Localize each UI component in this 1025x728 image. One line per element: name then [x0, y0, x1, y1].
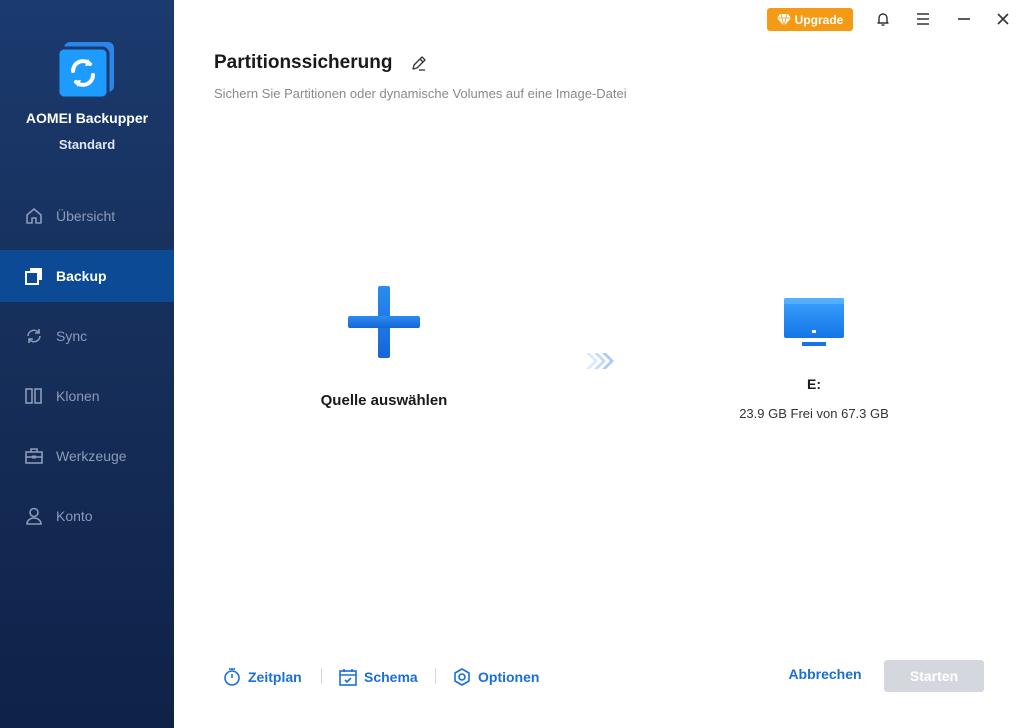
sidebar-item-label: Klonen: [56, 388, 100, 404]
app-logo-icon: [56, 38, 116, 100]
divider: [435, 668, 436, 684]
edit-icon[interactable]: [410, 54, 428, 72]
options-label: Optionen: [478, 669, 540, 685]
destination-drive: E:: [807, 376, 821, 392]
sidebar-item-label: Sync: [56, 328, 88, 344]
sync-icon: [24, 326, 44, 346]
sidebar-item-konto[interactable]: Konto: [0, 490, 174, 542]
schedule-button[interactable]: Zeitplan: [222, 666, 302, 688]
sidebar: AOMEI Backupper Standard Übersicht Backu…: [0, 0, 174, 728]
page-subtitle: Sichern Sie Partitionen oder dynamische …: [214, 86, 627, 101]
cancel-button[interactable]: Abbrechen: [778, 666, 872, 688]
destination-space: 23.9 GB Frei von 67.3 GB: [739, 406, 889, 421]
direction-arrows-icon: [584, 350, 616, 372]
schedule-label: Zeitplan: [248, 669, 302, 685]
sidebar-item-sync[interactable]: Sync: [0, 310, 174, 362]
toolbox-icon: [24, 446, 44, 466]
sidebar-item-klonen[interactable]: Klonen: [0, 370, 174, 422]
gear-icon: [454, 668, 470, 686]
upgrade-button[interactable]: Upgrade: [767, 8, 853, 31]
stopwatch-icon: [224, 668, 240, 686]
plus-icon[interactable]: [346, 284, 422, 360]
start-label: Starten: [909, 668, 959, 684]
upgrade-label: Upgrade: [794, 12, 844, 27]
sidebar-item-uebersicht[interactable]: Übersicht: [0, 190, 174, 242]
divider: [321, 668, 322, 684]
app-edition: Standard: [58, 137, 116, 152]
sidebar-item-werkzeuge[interactable]: Werkzeuge: [0, 430, 174, 482]
app-name: AOMEI Backupper: [25, 110, 149, 126]
monitor-icon: [782, 296, 846, 354]
minimize-icon[interactable]: [955, 10, 973, 28]
scheme-label: Schema: [364, 669, 418, 685]
clone-icon: [24, 386, 44, 406]
calendar-check-icon: [339, 669, 357, 686]
menu-icon[interactable]: [914, 10, 932, 28]
start-button[interactable]: Starten: [884, 660, 984, 692]
sidebar-nav: Übersicht Backup Sync Klonen Werkzeuge K…: [0, 190, 174, 550]
sidebar-item-label: Werkzeuge: [56, 448, 127, 464]
sidebar-item-label: Backup: [56, 268, 107, 284]
sidebar-item-label: Konto: [56, 508, 93, 524]
home-icon: [24, 206, 44, 226]
sidebar-item-backup[interactable]: Backup: [0, 250, 174, 302]
diamond-icon: [776, 13, 791, 26]
close-icon[interactable]: [994, 10, 1012, 28]
page-title: Partitionssicherung: [214, 52, 393, 73]
options-button[interactable]: Optionen: [452, 666, 539, 688]
backup-icon: [24, 266, 44, 286]
scheme-button[interactable]: Schema: [338, 666, 418, 688]
sidebar-item-label: Übersicht: [56, 208, 116, 224]
bell-icon[interactable]: [874, 10, 892, 28]
user-icon: [24, 506, 44, 526]
source-label: Quelle auswählen: [320, 392, 448, 409]
